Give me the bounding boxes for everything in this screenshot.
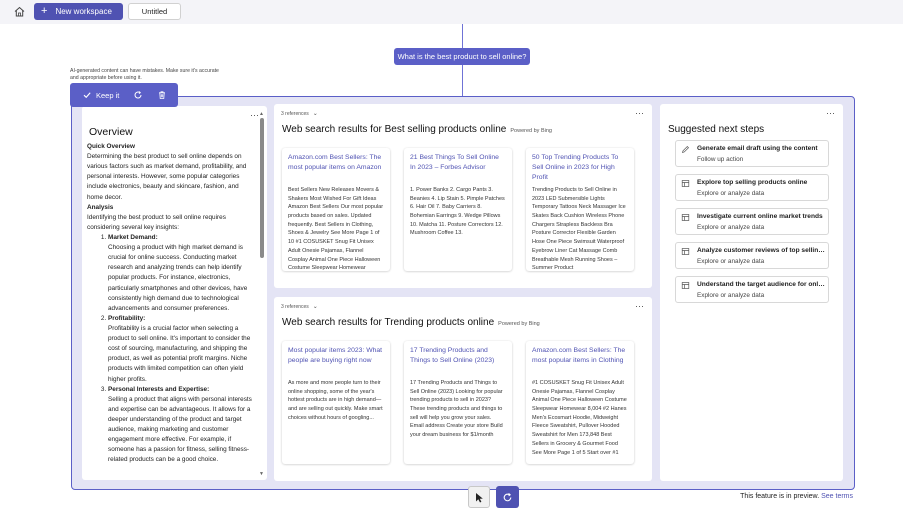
checkmark-icon <box>82 90 92 100</box>
refresh-button[interactable] <box>496 486 519 508</box>
powered-by-label: Powered by Bing <box>498 321 540 327</box>
scroll-up-icon[interactable]: ▲ <box>259 111 264 117</box>
suggestion-title: Explore top selling products online <box>697 179 808 186</box>
references-label: 3 references <box>281 303 309 310</box>
result-description: 17 Trending Products and Things to Sell … <box>410 380 503 439</box>
search-title-text: Web search results for Best selling prod… <box>282 124 507 135</box>
plus-icon: + <box>41 5 48 17</box>
search-results-title: Web search results for Best selling prod… <box>282 124 552 135</box>
see-terms-link[interactable]: See terms <box>821 493 853 500</box>
suggested-steps-card: ··· Suggested next steps Generate email … <box>660 104 843 481</box>
prompt-node[interactable]: What is the best product to sell online? <box>394 48 530 65</box>
table-icon <box>681 281 690 290</box>
quick-overview-text: Determining the best product to sell onl… <box>87 153 247 201</box>
scroll-down-icon[interactable]: ▼ <box>259 471 264 477</box>
point-text: Choosing a product with high market dema… <box>108 244 248 312</box>
overview-body: Quick Overview Determining the best prod… <box>87 142 255 466</box>
powered-by-label: Powered by Bing <box>510 128 552 134</box>
suggestion-subtitle: Explore or analyze data <box>697 258 765 265</box>
delete-icon[interactable] <box>157 90 167 100</box>
chevron-down-icon: ⌄ <box>312 304 318 310</box>
suggestion-subtitle: Explore or analyze data <box>697 190 765 197</box>
result-card[interactable]: 50 Top Trending Products To Sell Online … <box>526 148 634 271</box>
search-results-card: 3 references ⌄ ··· Web search results for… <box>274 297 652 481</box>
suggested-title: Suggested next steps <box>668 124 765 135</box>
point-text: Selling a product that aligns with perso… <box>108 395 252 464</box>
regenerate-icon[interactable] <box>133 90 143 100</box>
result-title[interactable]: Amazon.com Best Sellers: The most popula… <box>532 346 628 375</box>
suggestion-title: Understand the target audience for onlin… <box>697 281 825 288</box>
result-card[interactable]: 17 Trending Products and Things to Sell … <box>404 341 512 464</box>
tab-untitled[interactable]: Untitled <box>128 3 181 20</box>
suggestion-title: Generate email draft using the content <box>697 145 818 152</box>
new-workspace-button[interactable]: + New workspace <box>34 3 123 20</box>
search-title-text: Web search results for Trending products… <box>282 317 495 328</box>
table-icon <box>681 179 690 188</box>
more-options-icon[interactable]: ··· <box>635 302 644 311</box>
references-toggle[interactable]: 3 references ⌄ <box>281 110 318 118</box>
suggestion-title: Investigate current online market trends <box>697 213 823 220</box>
home-icon[interactable] <box>13 5 26 18</box>
connector-line <box>462 24 463 48</box>
analysis-text: Identifying the best product to sell onl… <box>87 213 226 231</box>
result-description: Best Sellers New Releases Movers & Shake… <box>288 187 384 271</box>
table-icon <box>681 247 690 256</box>
result-title[interactable]: Most popular items 2023: What people are… <box>288 346 384 375</box>
search-results-title: Web search results for Trending products… <box>282 317 540 328</box>
list-item: Profitability:Profitability is a crucial… <box>108 314 255 385</box>
suggestion-subtitle: Follow up action <box>697 156 744 163</box>
quick-overview-heading: Quick Overview <box>87 143 135 150</box>
suggestion-item[interactable]: Explore top selling products online Expl… <box>675 174 829 201</box>
preview-notice: This feature is in preview. See terms <box>740 493 853 500</box>
keep-it-button[interactable]: Keep it <box>96 91 119 100</box>
suggestion-item[interactable]: Generate email draft using the content F… <box>675 140 829 167</box>
suggestion-item[interactable]: Investigate current online market trends… <box>675 208 829 235</box>
result-title[interactable]: Amazon.com Best Sellers: The most popula… <box>288 153 384 182</box>
suggestion-subtitle: Explore or analyze data <box>697 224 765 231</box>
analysis-heading: Analysis <box>87 203 114 211</box>
overview-card: ··· Overview Quick Overview Determining … <box>82 106 267 480</box>
search-results-card: 3 references ⌄ ··· Web search results for… <box>274 104 652 288</box>
result-description: Trending Products to Sell Online in 2023… <box>532 187 626 271</box>
top-bar: + New workspace Untitled <box>0 0 903 24</box>
result-card[interactable]: Amazon.com Best Sellers: The most popula… <box>282 148 390 271</box>
point-title: Market Demand <box>108 233 156 241</box>
chevron-down-icon: ⌄ <box>312 111 318 117</box>
point-text: Profitability is a crucial factor when s… <box>108 324 251 383</box>
action-toolbar: Keep it <box>70 83 178 107</box>
list-item: Market Demand:Choosing a product with hi… <box>108 233 255 314</box>
result-card[interactable]: Amazon.com Best Sellers: The most popula… <box>526 341 634 464</box>
result-title[interactable]: 17 Trending Products and Things to Sell … <box>410 346 506 375</box>
new-workspace-label: New workspace <box>55 7 112 16</box>
refresh-icon <box>502 492 513 503</box>
suggestion-item[interactable]: Understand the target audience for onlin… <box>675 276 829 303</box>
pencil-icon <box>681 145 690 154</box>
result-description: As more and more people turn to their on… <box>288 380 383 421</box>
result-description: 1. Power Banks 2. Cargo Pants 3. Beanies… <box>410 187 505 237</box>
overview-title: Overview <box>89 126 133 138</box>
point-title: Profitability <box>108 314 144 322</box>
result-card[interactable]: 21 Best Things To Sell Online In 2023 – … <box>404 148 512 271</box>
more-options-icon[interactable]: ··· <box>250 111 259 120</box>
cursor-tool-button[interactable] <box>468 486 490 508</box>
preview-text: This feature is in preview. <box>740 493 820 500</box>
scrollbar-thumb[interactable] <box>260 118 264 258</box>
ai-disclaimer: AI-generated content can have mistakes. … <box>70 68 219 82</box>
result-title[interactable]: 21 Best Things To Sell Online In 2023 – … <box>410 153 506 182</box>
list-item: Personal Interests and Expertise:Selling… <box>108 385 255 466</box>
cursor-icon <box>474 492 484 503</box>
more-options-icon[interactable]: ··· <box>635 109 644 118</box>
table-icon <box>681 213 690 222</box>
references-label: 3 references <box>281 110 309 117</box>
more-options-icon[interactable]: ··· <box>826 109 835 118</box>
connector-line <box>462 65 463 96</box>
result-description: #1 COSUSKET Snug Fit Unisex Adult Onesie… <box>532 380 627 456</box>
suggestion-title: Analyze customer reviews of top selling … <box>697 247 825 254</box>
references-toggle[interactable]: 3 references ⌄ <box>281 303 318 311</box>
result-card[interactable]: Most popular items 2023: What people are… <box>282 341 390 464</box>
result-title[interactable]: 50 Top Trending Products To Sell Online … <box>532 153 628 182</box>
point-title: Personal Interests and Expertise <box>108 385 208 393</box>
suggestion-subtitle: Explore or analyze data <box>697 292 765 299</box>
suggestion-item[interactable]: Analyze customer reviews of top selling … <box>675 242 829 269</box>
